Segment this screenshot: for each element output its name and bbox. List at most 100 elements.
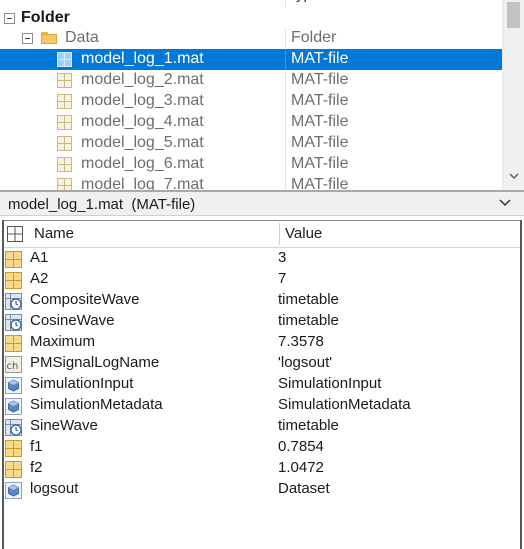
variable-name: SineWave <box>30 417 98 434</box>
variable-name: CompositeWave <box>30 291 140 308</box>
variable-value: 3 <box>278 249 287 266</box>
variable-name: f2 <box>30 459 43 476</box>
variable-name: A1 <box>30 249 49 266</box>
variable-value: 1.0472 <box>278 459 324 476</box>
timetable-icon <box>5 293 22 310</box>
char-array-icon: ch <box>5 356 22 373</box>
mat-file-icon <box>57 136 72 151</box>
details-header[interactable]: model_log_1.mat (MAT-file) <box>0 190 524 216</box>
variables-table: Name Value A1 3 A2 7 CompositeWave timetable C… <box>0 216 524 549</box>
numeric-array-icon <box>5 272 22 289</box>
variable-name: SimulationInput <box>30 375 134 392</box>
file-row[interactable]: model_log_1.mat MAT-file <box>0 49 502 70</box>
variable-name: A2 <box>30 270 49 287</box>
numeric-array-icon <box>5 440 22 457</box>
folder-section-label: Folder <box>21 9 70 26</box>
folder-name: Data <box>65 29 99 46</box>
variable-value: 7 <box>278 270 287 287</box>
table-row[interactable]: Maximum 7.3578 <box>4 332 520 353</box>
variable-name: SimulationMetadata <box>30 396 163 413</box>
numeric-array-icon <box>5 461 22 478</box>
file-row[interactable]: model_log_6.mat MAT-file <box>0 154 502 175</box>
table-row[interactable]: CompositeWave timetable <box>4 290 520 311</box>
mat-file-icon <box>57 52 72 67</box>
tree-row-partial[interactable]: ype <box>0 0 502 7</box>
file-name: model_log_5.mat <box>81 134 204 151</box>
variable-value: Dataset <box>278 480 330 497</box>
object-cube-icon <box>5 377 22 394</box>
variable-value: timetable <box>278 291 339 308</box>
variable-value: SimulationMetadata <box>278 396 411 413</box>
table-row[interactable]: SimulationInput SimulationInput <box>4 374 520 395</box>
mat-file-icon <box>57 115 72 130</box>
file-type: MAT-file <box>291 113 349 130</box>
file-row[interactable]: model_log_3.mat MAT-file <box>0 91 502 112</box>
mat-file-icon <box>57 73 72 88</box>
tree-row-folder-section[interactable]: Folder <box>0 8 502 29</box>
table-header: Name Value <box>4 221 520 248</box>
file-row[interactable]: model_log_2.mat MAT-file <box>0 70 502 91</box>
mat-file-icon <box>57 178 72 190</box>
vertical-scrollbar[interactable] <box>502 0 524 190</box>
file-type: MAT-file <box>291 92 349 109</box>
folder-icon <box>41 32 57 44</box>
variable-name: f1 <box>30 438 43 455</box>
mat-file-icon <box>57 94 72 109</box>
table-row[interactable]: A1 3 <box>4 248 520 269</box>
file-type: MAT-file <box>291 176 349 190</box>
collapse-icon[interactable] <box>22 33 33 44</box>
file-type: MAT-file <box>291 71 349 88</box>
timetable-icon <box>5 419 22 436</box>
variable-value: timetable <box>278 312 339 329</box>
variable-name: CosineWave <box>30 312 115 329</box>
variable-name: logsout <box>30 480 79 497</box>
scroll-down-arrow-icon[interactable] <box>508 170 520 182</box>
variable-value: timetable <box>278 417 339 434</box>
file-name: model_log_1.mat <box>81 50 204 67</box>
table-row[interactable]: A2 7 <box>4 269 520 290</box>
variable-value: 'logsout' <box>278 354 333 371</box>
file-type: MAT-file <box>291 50 349 67</box>
variable-value: 7.3578 <box>278 333 324 350</box>
table-row[interactable]: f2 1.0472 <box>4 458 520 479</box>
variable-value: SimulationInput <box>278 375 382 392</box>
file-type-partial: ype <box>296 0 320 3</box>
mat-file-icon <box>57 157 72 172</box>
column-header-name[interactable]: Name <box>34 225 74 242</box>
variable-name: PMSignalLogName <box>30 354 160 371</box>
timetable-icon <box>5 314 22 331</box>
variable-name: Maximum <box>30 333 96 350</box>
folder-type: Folder <box>291 29 337 46</box>
column-header-value[interactable]: Value <box>285 225 322 242</box>
file-type: MAT-file <box>291 134 349 151</box>
table-row[interactable]: f1 0.7854 <box>4 437 520 458</box>
file-row[interactable]: model_log_5.mat MAT-file <box>0 133 502 154</box>
tree-row-data-folder[interactable]: Data Folder <box>0 28 502 49</box>
scrollbar-thumb[interactable] <box>507 2 520 28</box>
grid-icon[interactable] <box>7 226 23 242</box>
file-name: model_log_6.mat <box>81 155 204 172</box>
file-name: model_log_3.mat <box>81 92 204 109</box>
table-row[interactable]: SimulationMetadata SimulationMetadata <box>4 395 520 416</box>
file-row[interactable]: model_log_4.mat MAT-file <box>0 112 502 133</box>
table-row[interactable]: CosineWave timetable <box>4 311 520 332</box>
file-name: model_log_7.mat <box>81 176 204 190</box>
column-divider[interactable] <box>279 223 280 245</box>
chevron-down-icon[interactable] <box>498 198 512 208</box>
variable-value: 0.7854 <box>278 438 324 455</box>
svg-text:ch: ch <box>7 361 19 372</box>
table-row[interactable]: ch PMSignalLogName 'logsout' <box>4 353 520 374</box>
table-row[interactable]: logsout Dataset <box>4 479 520 500</box>
file-type: MAT-file <box>291 155 349 172</box>
collapse-icon[interactable] <box>4 13 15 24</box>
file-name: model_log_2.mat <box>81 71 204 88</box>
object-cube-icon <box>5 482 22 499</box>
file-row[interactable]: model_log_7.mat MAT-file <box>0 175 502 190</box>
file-browser-pane: ype Folder Data Folder model_log_1.mat MA… <box>0 0 524 190</box>
table-row[interactable]: SineWave timetable <box>4 416 520 437</box>
object-cube-icon <box>5 398 22 415</box>
numeric-array-icon <box>5 251 22 268</box>
file-name: model_log_4.mat <box>81 113 204 130</box>
details-title: model_log_1.mat (MAT-file) <box>8 196 196 213</box>
numeric-array-icon <box>5 335 22 352</box>
